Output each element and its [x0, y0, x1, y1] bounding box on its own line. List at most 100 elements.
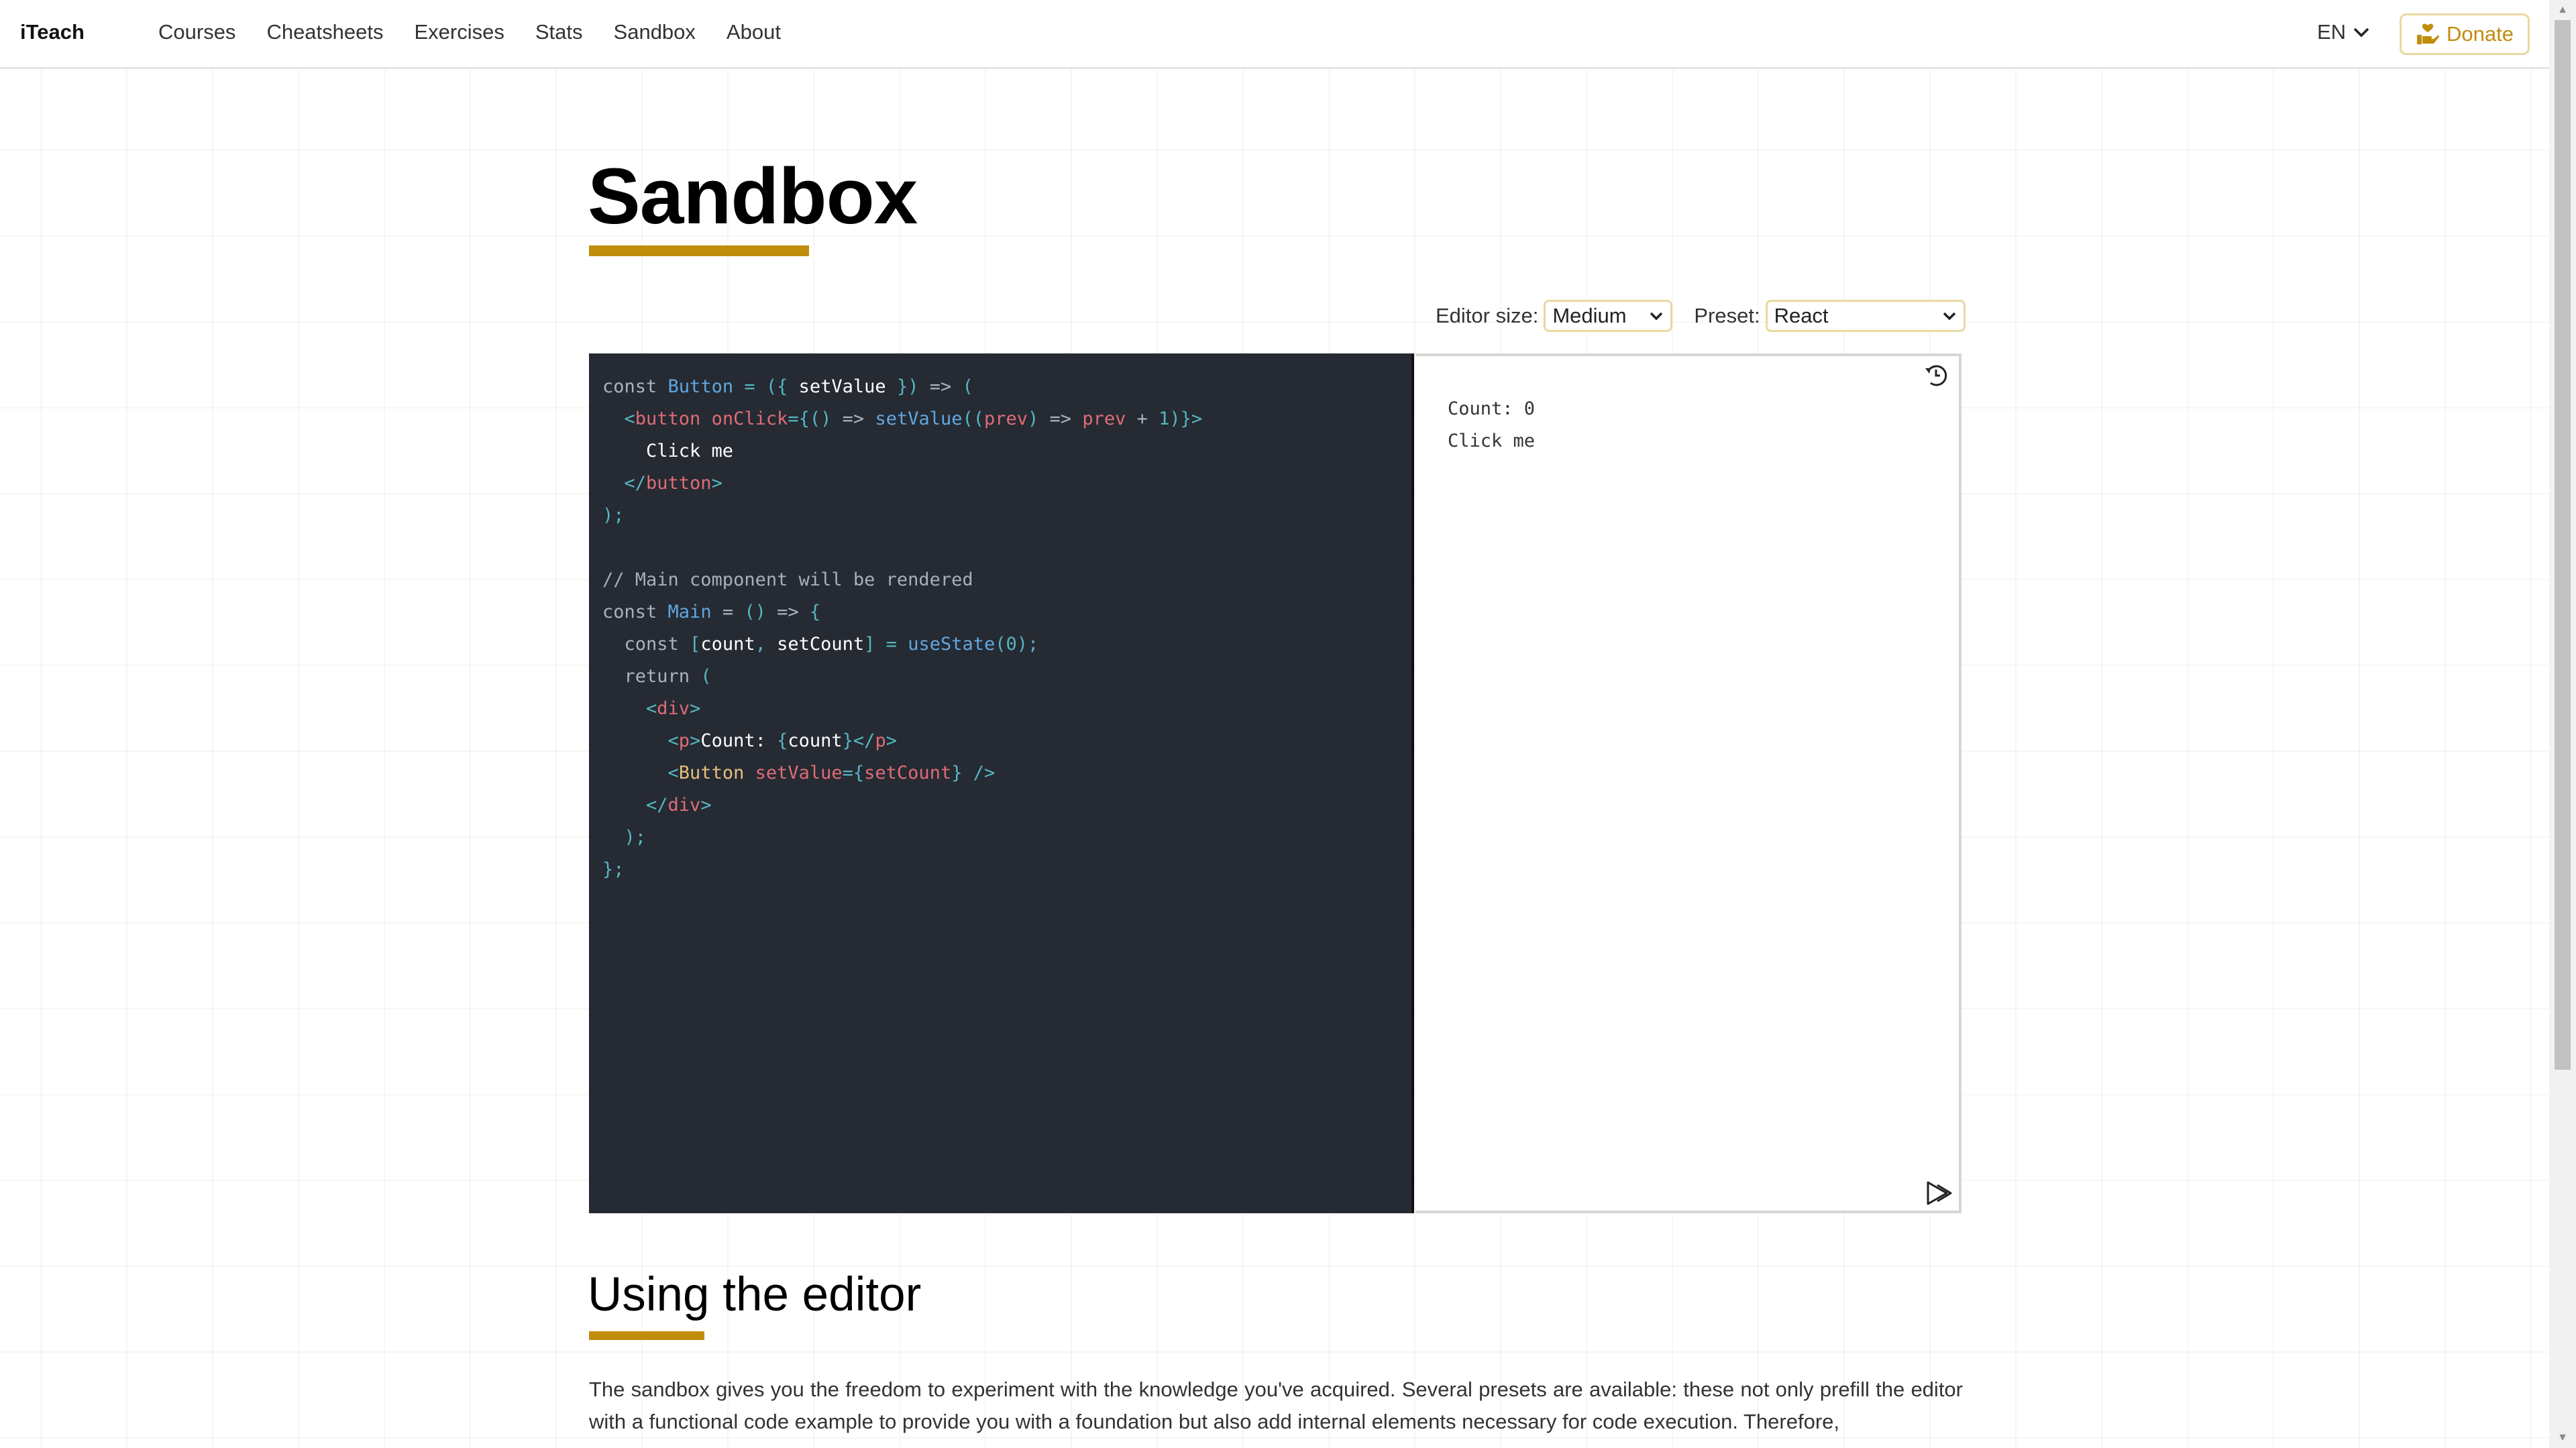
code-token-cmt: // Main component will be rendered	[602, 569, 973, 590]
code-line: const [count, setCount] = useState(0);	[602, 628, 1398, 661]
editor-size-value: Medium	[1552, 304, 1627, 327]
code-token-punc: >	[885, 730, 897, 751]
editor-size-select[interactable]: Medium	[1544, 300, 1673, 332]
donate-hand-heart-icon	[2417, 23, 2440, 44]
nav-link-cheatsheets[interactable]: Cheatsheets	[266, 20, 383, 44]
nav-links: Courses Cheatsheets Exercises Stats Sand…	[158, 20, 781, 44]
code-token-var: setValue	[798, 376, 886, 397]
code-token-txt: Count:	[700, 730, 777, 751]
nav-link-about[interactable]: About	[727, 20, 781, 44]
chevron-down-icon	[1650, 312, 1663, 321]
donate-label: Donate	[2447, 22, 2514, 46]
code-token-kw: const	[602, 376, 668, 397]
code-token-punc: } />	[951, 763, 996, 783]
code-token-punc: )}>	[1169, 408, 1203, 429]
code-token-punc: ,	[755, 634, 777, 655]
history-icon[interactable]	[1921, 360, 1951, 390]
nav-link-stats[interactable]: Stats	[535, 20, 583, 44]
code-line: <Button setValue={setCount} />	[602, 757, 1398, 789]
scrollbar-thumb[interactable]	[2555, 20, 2571, 1070]
code-token-punc: )	[1028, 408, 1050, 429]
code-token-punc: <	[624, 408, 635, 429]
code-token-kw: =>	[929, 376, 963, 397]
title-underline	[589, 245, 809, 256]
code-line: </div>	[602, 789, 1398, 822]
code-line: <button onClick={() => setValue((prev) =…	[602, 403, 1398, 435]
nav-link-exercises[interactable]: Exercises	[415, 20, 504, 44]
code-token-punc: <	[602, 698, 657, 719]
preview-output: Count: 0 Click me	[1448, 393, 1535, 457]
section-underline	[589, 1331, 704, 1340]
scroll-down-arrow-icon[interactable]: ▼	[2549, 1428, 2576, 1448]
code-line: );	[602, 500, 1398, 532]
code-editor[interactable]: const Button = ({ setValue }) => ( <butt…	[589, 353, 1414, 1213]
language-selector[interactable]: EN	[2317, 20, 2370, 44]
code-token-attr: onClick	[711, 408, 788, 429]
scroll-up-arrow-icon[interactable]: ▲	[2549, 0, 2576, 20]
code-line: <div>	[602, 693, 1398, 725]
code-token-comp: Button	[678, 763, 755, 783]
code-token-punc: (	[700, 666, 712, 687]
code-token-punc: {	[777, 730, 788, 751]
code-token-tag: button	[646, 473, 712, 494]
code-token-punc: </	[602, 473, 647, 494]
chevron-down-icon	[2353, 27, 2369, 38]
code-token-punc: ((	[962, 408, 984, 429]
code-token-punc: (	[962, 376, 973, 397]
run-icon[interactable]	[1924, 1178, 1953, 1208]
nav-link-sandbox[interactable]: Sandbox	[614, 20, 696, 44]
code-token-kw: +	[1126, 408, 1159, 429]
code-token-kw: =>	[777, 602, 810, 622]
code-token-tag: p	[875, 730, 886, 751]
code-line: const Button = ({ setValue }) => (	[602, 371, 1398, 403]
donate-button[interactable]: Donate	[2400, 13, 2530, 55]
code-token-num: 0	[1006, 634, 1017, 655]
section-paragraph: The sandbox gives you the freedom to exp…	[589, 1378, 1963, 1433]
code-token-punc: = ({	[733, 376, 799, 397]
sandbox-editor: const Button = ({ setValue }) => ( <butt…	[589, 353, 1962, 1213]
editor-controls: Editor size: Medium Preset: React	[1436, 300, 1966, 332]
code-token-punc: );	[1016, 634, 1039, 655]
code-token-attr: setValue	[755, 763, 843, 783]
code-line: </button>	[602, 467, 1398, 500]
code-token-punc: ()	[744, 602, 777, 622]
page-scrollbar[interactable]: ▲ ▼	[2549, 0, 2576, 1448]
preset-value: React	[1774, 304, 1829, 327]
code-token-tag: p	[678, 730, 690, 751]
code-line: Click me	[602, 435, 1398, 467]
code-token-punc: >	[711, 473, 722, 494]
code-line: <p>Count: {count}</p>	[602, 725, 1398, 757]
code-token-punc: <	[602, 730, 679, 751]
code-token-attr: prev	[984, 408, 1028, 429]
code-token-punc: <	[602, 763, 679, 783]
code-token-punc: ={()	[788, 408, 843, 429]
code-token-kw	[602, 408, 625, 429]
code-line: const Main = () => {	[602, 596, 1398, 628]
code-token-kw: return	[602, 666, 701, 687]
code-token-tag: div	[657, 698, 690, 719]
code-token-txt: Click me	[602, 441, 734, 461]
code-token-fn: useState	[908, 634, 996, 655]
code-token-punc: </	[602, 795, 668, 816]
code-token-punc: [	[690, 634, 701, 655]
language-label: EN	[2317, 20, 2347, 44]
preview-click-button[interactable]: Click me	[1448, 425, 1535, 457]
code-token-fn: Main	[667, 602, 712, 622]
code-token-attr: setCount	[864, 763, 952, 783]
editor-size-label: Editor size:	[1436, 304, 1539, 327]
code-token-kw: const	[602, 602, 668, 622]
brand-logo[interactable]: iTeach	[20, 20, 85, 44]
page-title: Sandbox	[588, 152, 918, 241]
code-token-var: count	[788, 730, 843, 751]
code-token-punc: >	[690, 730, 701, 751]
code-token-punc: );	[602, 505, 625, 526]
preset-select[interactable]: React	[1765, 300, 1966, 332]
code-line: };	[602, 854, 1398, 886]
code-token-punc: };	[602, 859, 625, 880]
code-token-punc: );	[602, 827, 647, 848]
nav-link-courses[interactable]: Courses	[158, 20, 235, 44]
code-token-fn: setValue	[875, 408, 963, 429]
chevron-down-icon	[1943, 312, 1955, 321]
top-navbar: iTeach Courses Cheatsheets Exercises Sta…	[0, 0, 2549, 69]
